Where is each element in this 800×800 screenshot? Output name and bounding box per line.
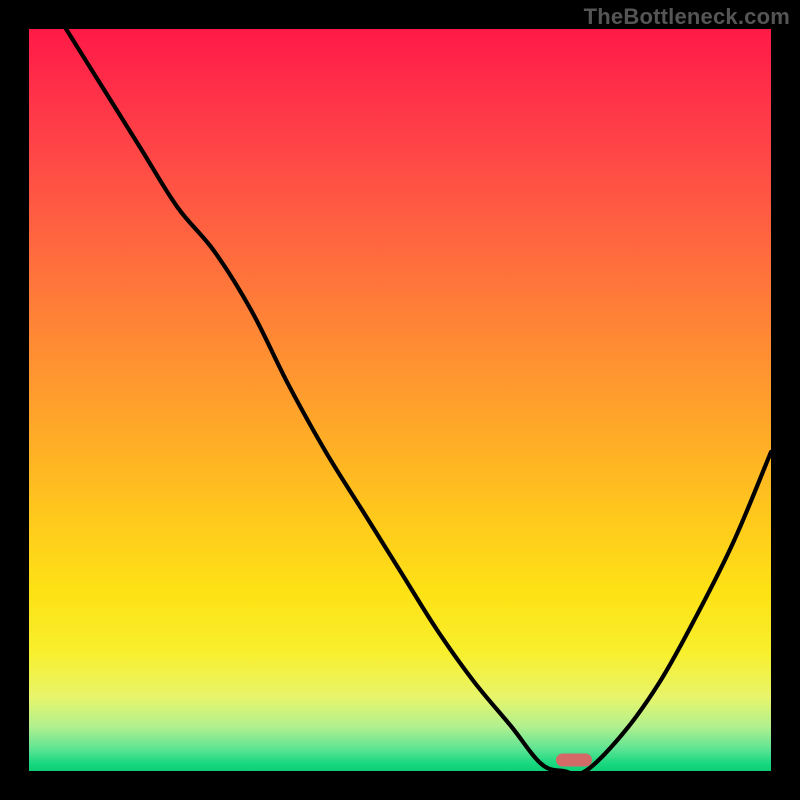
bottleneck-curve <box>66 29 771 774</box>
plot-area <box>29 29 771 771</box>
chart-frame: TheBottleneck.com <box>0 0 800 800</box>
curve-svg <box>29 29 771 771</box>
optimum-marker <box>556 753 592 766</box>
watermark-text: TheBottleneck.com <box>584 4 790 30</box>
